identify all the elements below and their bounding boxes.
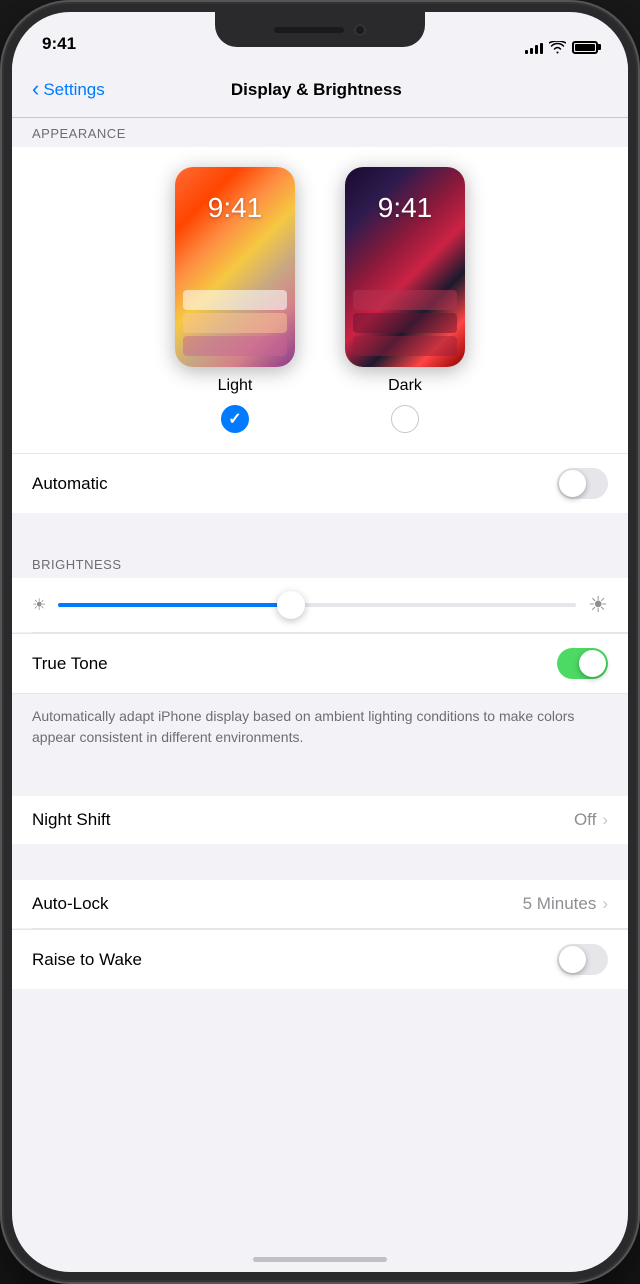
brightness-slider-thumb[interactable]: [277, 591, 305, 619]
light-preview: 9:41: [175, 167, 295, 367]
night-shift-right: Off ›: [574, 810, 608, 830]
true-tone-toggle-knob: [579, 650, 606, 677]
screen: 9:41: [12, 12, 628, 1272]
automatic-toggle-knob: [559, 470, 586, 497]
battery-fill: [575, 44, 595, 51]
dark-mode-option[interactable]: 9:41 Dark: [345, 167, 465, 433]
appearance-options: 9:41 Light ✓: [175, 167, 465, 433]
navigation-bar: ‹ Settings Display & Brightness: [12, 62, 628, 118]
light-preview-time: 9:41: [175, 192, 295, 224]
light-preview-bars: [175, 287, 295, 367]
section-gap-1: [12, 513, 628, 549]
light-radio[interactable]: ✓: [221, 405, 249, 433]
back-label: Settings: [43, 80, 104, 100]
brightness-high-icon: [588, 592, 608, 618]
front-camera: [354, 24, 366, 36]
auto-lock-chevron-icon: ›: [602, 894, 608, 914]
true-tone-toggle[interactable]: [557, 648, 608, 679]
dark-label: Dark: [388, 377, 422, 395]
dark-preview: 9:41: [345, 167, 465, 367]
brightness-slider-fill: [58, 603, 291, 607]
brightness-section: [12, 578, 628, 632]
brightness-slider[interactable]: [58, 603, 576, 607]
dark-preview-time: 9:41: [345, 192, 465, 224]
auto-lock-row[interactable]: Auto-Lock 5 Minutes ›: [12, 880, 628, 928]
section-gap-3: [12, 844, 628, 880]
night-shift-row[interactable]: Night Shift Off ›: [12, 796, 628, 844]
night-shift-chevron-icon: ›: [602, 810, 608, 830]
phone-frame: 9:41: [0, 0, 640, 1284]
night-shift-value: Off: [574, 810, 596, 830]
section-gap-2: [12, 760, 628, 796]
checkmark-icon: ✓: [228, 409, 241, 429]
signal-bar-4: [540, 43, 543, 54]
signal-bar-2: [530, 48, 533, 54]
battery-icon: [572, 41, 598, 54]
true-tone-label: True Tone: [32, 654, 108, 674]
light-bar-1: [183, 290, 287, 310]
night-shift-label: Night Shift: [32, 810, 110, 830]
raise-to-wake-toggle-knob: [559, 946, 586, 973]
signal-bar-3: [535, 45, 538, 54]
dark-bar-3: [353, 336, 457, 356]
signal-bar-1: [525, 50, 528, 54]
auto-lock-right: 5 Minutes ›: [523, 894, 608, 914]
dark-preview-overlay: 9:41: [345, 167, 465, 367]
appearance-section: 9:41 Light ✓: [12, 147, 628, 453]
light-preview-overlay: 9:41: [175, 167, 295, 367]
light-label: Light: [218, 377, 253, 395]
speaker: [274, 27, 344, 33]
raise-to-wake-toggle[interactable]: [557, 944, 608, 975]
brightness-low-icon: [32, 595, 46, 615]
status-icons: [525, 40, 598, 54]
raise-to-wake-row[interactable]: Raise to Wake: [12, 929, 628, 989]
brightness-slider-row: [32, 592, 608, 618]
raise-to-wake-label: Raise to Wake: [32, 950, 142, 970]
dark-bar-2: [353, 313, 457, 333]
back-chevron-icon: ‹: [32, 76, 39, 102]
appearance-section-header: APPEARANCE: [12, 118, 628, 147]
dark-bar-1: [353, 290, 457, 310]
home-indicator: [253, 1257, 387, 1262]
scroll-content[interactable]: APPEARANCE 9:41: [12, 118, 628, 1272]
automatic-label: Automatic: [32, 474, 108, 494]
automatic-toggle[interactable]: [557, 468, 608, 499]
dark-preview-bars: [345, 287, 465, 367]
auto-lock-label: Auto-Lock: [32, 894, 109, 914]
automatic-row[interactable]: Automatic: [12, 453, 628, 513]
auto-lock-value: 5 Minutes: [523, 894, 597, 914]
light-bar-3: [183, 336, 287, 356]
notch: [215, 12, 425, 47]
wifi-icon: [549, 41, 566, 54]
light-mode-option[interactable]: 9:41 Light ✓: [175, 167, 295, 433]
status-time: 9:41: [42, 34, 76, 54]
true-tone-description: Automatically adapt iPhone display based…: [12, 693, 628, 760]
brightness-section-header: BRIGHTNESS: [12, 549, 628, 578]
page-title: Display & Brightness: [105, 80, 528, 100]
signal-bars: [525, 40, 543, 54]
true-tone-row[interactable]: True Tone: [12, 633, 628, 693]
light-bar-2: [183, 313, 287, 333]
dark-radio[interactable]: [391, 405, 419, 433]
back-button[interactable]: ‹ Settings: [32, 78, 105, 102]
